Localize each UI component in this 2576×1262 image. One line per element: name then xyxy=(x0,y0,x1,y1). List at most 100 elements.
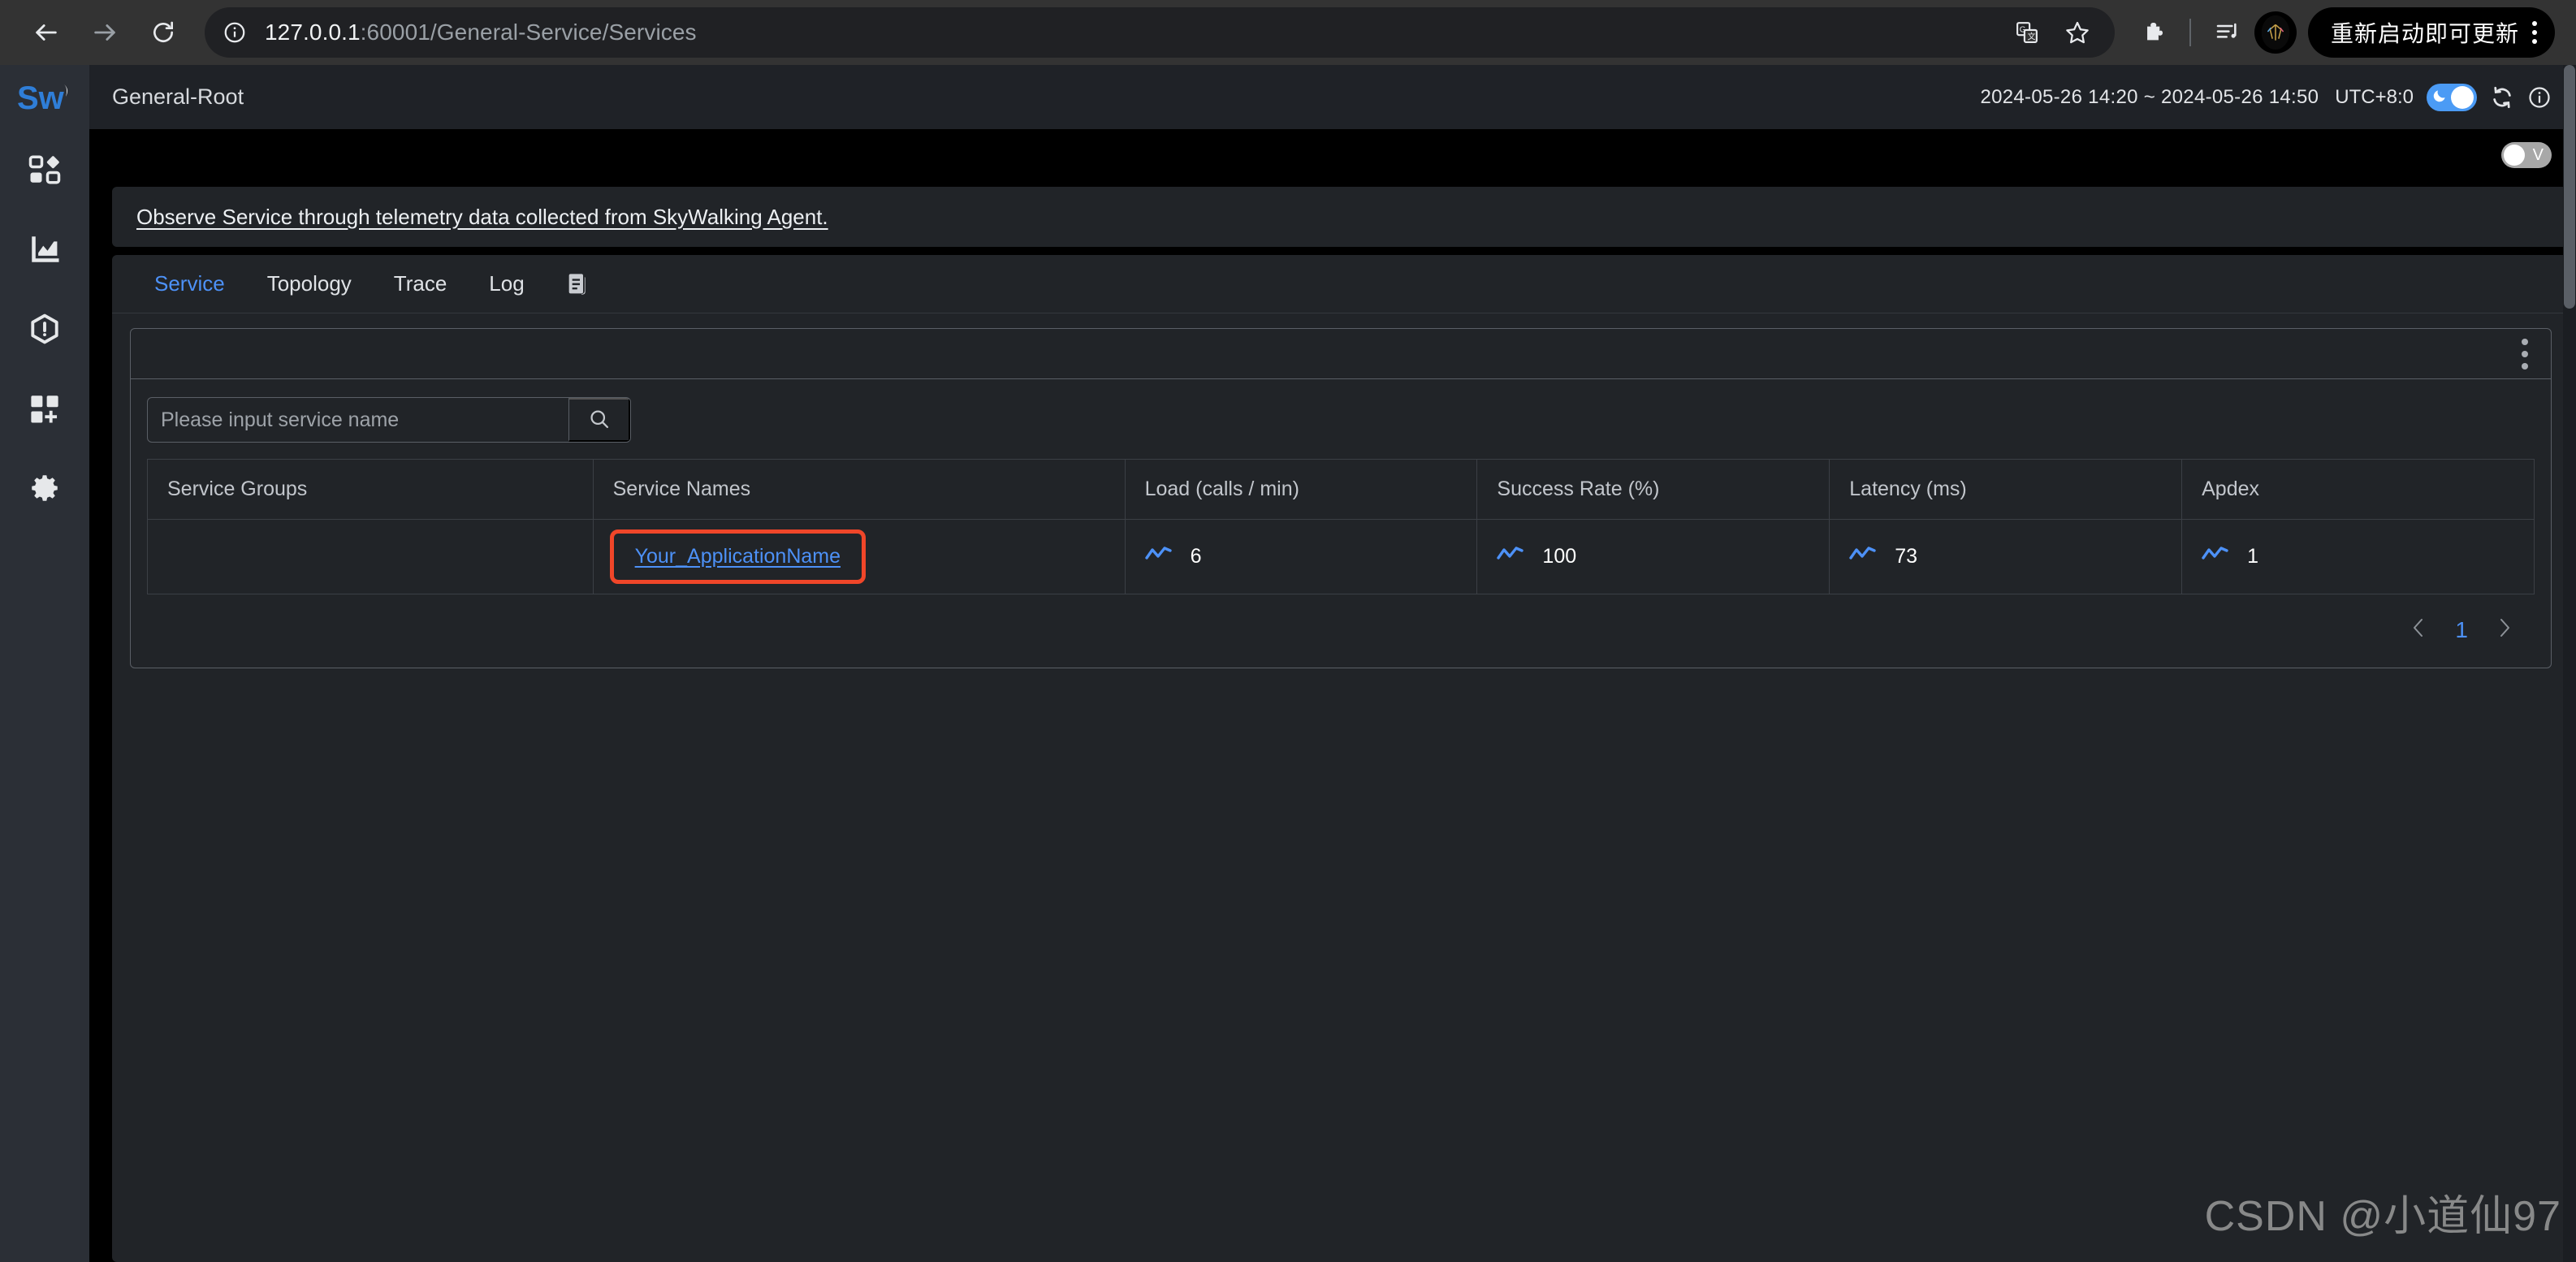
trend-line-icon[interactable] xyxy=(1497,545,1524,568)
chevron-right-icon[interactable] xyxy=(2496,616,2513,645)
svg-text:文: 文 xyxy=(2027,31,2035,41)
column-latency: Latency (ms) xyxy=(1829,459,2183,520)
cell-latency: 73 xyxy=(1829,519,2183,594)
view-toggle-label: V xyxy=(2532,146,2544,164)
chevron-left-icon[interactable] xyxy=(2410,616,2427,645)
grid-diamond-icon xyxy=(28,153,62,187)
header-controls: 2024-05-26 14:20 ~ 2024-05-26 14:50 UTC+… xyxy=(1980,83,2552,111)
tab-trace[interactable]: Trace xyxy=(373,255,469,313)
main-area: General-Root 2024-05-26 14:20 ~ 2024-05-… xyxy=(89,65,2576,1262)
column-service-groups: Service Groups xyxy=(147,459,594,520)
sidebar-item-dashboard[interactable] xyxy=(0,130,89,210)
service-table: Service Groups Service Names Load (calls… xyxy=(147,459,2535,594)
svg-text:G: G xyxy=(2020,26,2026,35)
description-text: Observe Service through telemetry data c… xyxy=(136,204,828,229)
tab-log[interactable]: Log xyxy=(468,255,545,313)
timezone-label: UTC+8:0 xyxy=(2335,85,2414,108)
translate-icon[interactable]: G 文 xyxy=(2004,10,2050,55)
address-bar[interactable]: 127.0.0.1:60001/General-Service/Services… xyxy=(205,7,2115,58)
copy-icon[interactable] xyxy=(546,271,607,297)
apdex-value: 1 xyxy=(2247,545,2259,568)
time-range-picker[interactable]: 2024-05-26 14:20 ~ 2024-05-26 14:50 xyxy=(1980,86,2319,109)
playlist-music-icon[interactable] xyxy=(2204,9,2251,56)
search-icon xyxy=(588,408,611,433)
column-load: Load (calls / min) xyxy=(1124,459,1478,520)
cell-load: 6 xyxy=(1124,519,1478,594)
puzzle-icon[interactable] xyxy=(2129,9,2176,56)
table-row: Your_ApplicationName 6 100 73 1 xyxy=(147,519,2535,594)
cell-apdex: 1 xyxy=(2181,519,2535,594)
sidebar-item-dashboard-new[interactable] xyxy=(0,369,89,448)
search-box xyxy=(147,397,631,443)
sidebar-item-alarm[interactable] xyxy=(0,289,89,369)
service-name-link[interactable]: Your_ApplicationName xyxy=(635,545,841,568)
column-apdex: Apdex xyxy=(2181,459,2535,520)
svg-text:Sw: Sw xyxy=(17,80,65,116)
service-panel: Service Topology Trace Log Please input … xyxy=(112,255,2570,1262)
toolbar-divider xyxy=(2189,19,2191,46)
browser-actions: 重新启动即可更新 xyxy=(2129,7,2555,58)
sidebar-item-metrics[interactable] xyxy=(0,210,89,289)
toggle-knob xyxy=(2504,145,2525,166)
sidebar-item-settings[interactable] xyxy=(0,448,89,528)
star-icon[interactable] xyxy=(2055,10,2100,55)
url-text: 127.0.0.1:60001/General-Service/Services xyxy=(265,19,697,45)
vertical-dots-icon[interactable] xyxy=(2513,334,2536,374)
url-path: :60001/General-Service/Services xyxy=(360,19,697,45)
arrow-right-icon xyxy=(91,19,119,46)
search-button[interactable] xyxy=(568,398,630,442)
toggle-knob xyxy=(2451,85,2474,109)
widget-header xyxy=(131,329,2551,379)
tab-service[interactable]: Service xyxy=(136,255,246,313)
sidebar-items xyxy=(0,130,89,528)
search-row xyxy=(147,397,2535,443)
search-input[interactable] xyxy=(148,398,568,442)
table-header-row: Service Groups Service Names Load (calls… xyxy=(147,459,2535,520)
pagination: 1 xyxy=(147,594,2535,651)
latency-value: 73 xyxy=(1895,545,1918,568)
trend-line-icon[interactable] xyxy=(1144,545,1173,568)
reload-button[interactable] xyxy=(138,7,188,58)
gear-icon xyxy=(28,471,62,505)
update-button[interactable]: 重新启动即可更新 xyxy=(2307,7,2555,58)
omnibox-actions: G 文 xyxy=(2004,10,2100,55)
hexagon-alert-icon xyxy=(28,312,62,346)
widget-body: Service Groups Service Names Load (calls… xyxy=(131,379,2551,668)
arrow-left-icon xyxy=(32,19,60,46)
url-host: 127.0.0.1 xyxy=(265,19,361,45)
kebab-menu-icon[interactable] xyxy=(2527,21,2542,44)
trend-line-icon[interactable] xyxy=(2202,545,2229,568)
cell-success-rate: 100 xyxy=(1476,519,1830,594)
back-button[interactable] xyxy=(21,7,71,58)
theme-toggle[interactable] xyxy=(2427,83,2477,111)
tab-bar: Service Topology Trace Log xyxy=(112,255,2570,313)
refresh-icon[interactable] xyxy=(2490,85,2514,110)
sidebar: Sw xyxy=(0,65,89,1262)
cell-service-name: Your_ApplicationName xyxy=(592,519,1126,594)
avatar-icon[interactable] xyxy=(2254,11,2297,54)
reload-icon xyxy=(150,19,176,45)
grid-plus-icon xyxy=(28,391,62,426)
info-circle-icon[interactable] xyxy=(214,12,255,53)
moon-icon xyxy=(2431,88,2448,107)
skywalking-logo[interactable]: Sw xyxy=(0,65,89,130)
scrollbar-thumb[interactable] xyxy=(2564,65,2575,309)
success-rate-value: 100 xyxy=(1542,545,1577,568)
cell-service-group xyxy=(147,519,594,594)
page-number-1[interactable]: 1 xyxy=(2455,617,2468,643)
chart-icon xyxy=(28,232,62,266)
service-list-widget: Service Groups Service Names Load (calls… xyxy=(130,328,2552,668)
sub-toolbar: V xyxy=(89,130,2576,180)
view-toggle[interactable]: V xyxy=(2501,142,2552,168)
load-value: 6 xyxy=(1190,545,1202,568)
scrollbar-track[interactable] xyxy=(2563,65,2576,1262)
trend-line-icon[interactable] xyxy=(1849,545,1877,568)
app-root: Sw General-Root 2024-05-26 14:20 ~ 2024-… xyxy=(0,65,2576,1262)
tab-topology[interactable]: Topology xyxy=(246,255,373,313)
column-success-rate: Success Rate (%) xyxy=(1476,459,1830,520)
description-card: Observe Service through telemetry data c… xyxy=(112,187,2570,247)
info-icon[interactable] xyxy=(2527,85,2552,110)
content-area: Observe Service through telemetry data c… xyxy=(89,180,2576,1262)
forward-button[interactable] xyxy=(80,7,130,58)
page-title: General-Root xyxy=(112,84,244,109)
